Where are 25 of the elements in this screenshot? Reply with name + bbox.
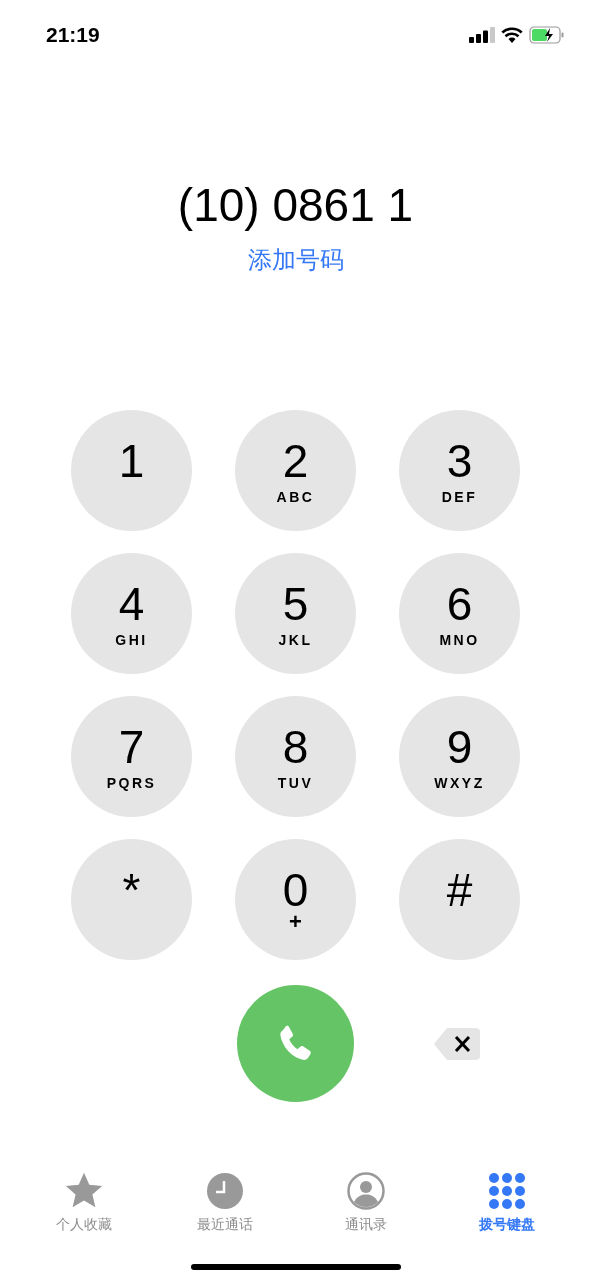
keypad-key[interactable]: # [399,839,520,960]
keypad-key[interactable]: 0 + [235,839,356,960]
tab-bar-item[interactable]: 最近通话 [154,1172,296,1234]
clock-icon [207,1173,244,1209]
keypad-key[interactable]: 6 MNO [399,553,520,674]
battery-icon [529,26,565,44]
keypad-key[interactable]: 4 GHI [71,553,192,674]
signal-icon [469,27,495,43]
status-time: 21:19 [46,22,100,49]
keypad-key[interactable]: 5 JKL [235,553,356,674]
keypad-key[interactable]: 3 DEF [399,410,520,531]
backspace-icon [433,1026,481,1061]
tab-bar-item[interactable]: 拨号键盘 [436,1172,577,1234]
person-icon [346,1172,385,1210]
keypad-key[interactable]: 2 ABC [235,410,356,531]
keypad-key[interactable]: * [71,839,192,960]
keypad-key[interactable]: 9 WXYZ [399,696,520,817]
dialed-number: (10) 0861 1 [177,178,414,233]
keypad-key[interactable]: 8 TUV [235,696,356,817]
add-number-link[interactable]: 添加号码 [247,245,344,275]
wifi-icon [501,27,523,43]
delete-button[interactable] [432,1025,482,1062]
keypad-key[interactable]: 7 PQRS [71,696,192,817]
keypad-key[interactable]: 1 [71,410,192,531]
keypad-icon [488,1173,525,1209]
